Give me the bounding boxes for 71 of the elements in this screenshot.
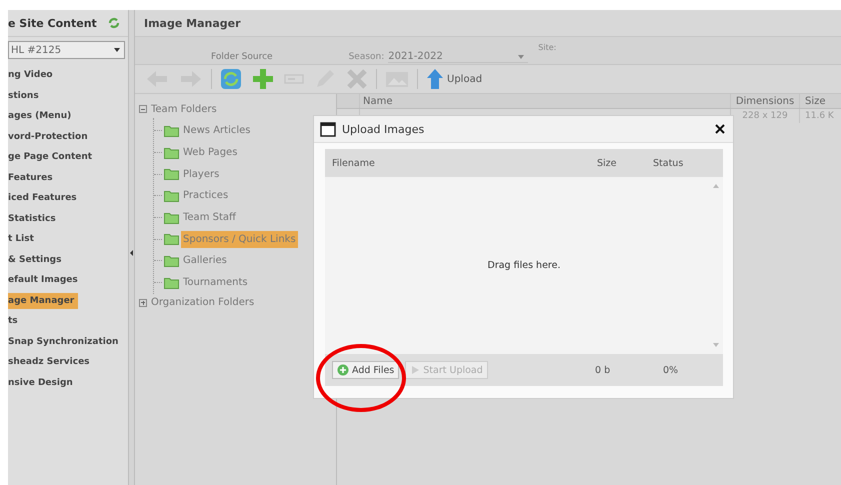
scroll-down-icon[interactable] xyxy=(713,343,719,347)
sidebar-item[interactable]: Snap Synchronization xyxy=(8,334,122,350)
column-header[interactable]: Dimensions xyxy=(730,94,799,108)
refresh-icon[interactable] xyxy=(108,17,120,29)
tree-item[interactable]: News Articles xyxy=(181,122,252,140)
refresh-button[interactable] xyxy=(218,68,244,90)
tree-item[interactable]: Organization Folders xyxy=(151,297,254,308)
sidebar-item[interactable]: vord-Protection xyxy=(8,128,92,145)
folder-icon xyxy=(164,212,179,224)
site-label: Site: xyxy=(538,43,556,52)
refresh-icon xyxy=(220,68,242,90)
tree-item[interactable]: Web Pages xyxy=(181,144,240,162)
sidebar-item[interactable]: age Manager xyxy=(8,292,78,309)
folder-icon xyxy=(164,233,179,246)
tree-item[interactable]: Galleries xyxy=(181,252,229,270)
total-size: 0 b xyxy=(595,364,612,376)
season-dropdown[interactable]: 2021-2022 xyxy=(388,51,528,63)
column-header: Size xyxy=(597,158,618,168)
expand-icon[interactable] xyxy=(139,298,147,306)
sidebar-item[interactable]: ng Video xyxy=(8,67,57,84)
table-cell: 11.6 K xyxy=(799,109,841,123)
sidebar-item[interactable]: ge Page Content xyxy=(8,149,96,166)
drop-hint: Drag files here. xyxy=(488,260,560,271)
plus-icon xyxy=(252,68,274,90)
sidebar-item[interactable]: t List xyxy=(8,231,38,248)
caret-icon xyxy=(114,48,120,52)
sidebar-item[interactable]: stions xyxy=(8,88,43,104)
sidebar-item[interactable]: nsive Design xyxy=(8,374,77,391)
column-header[interactable]: Name xyxy=(360,94,730,108)
folder-icon xyxy=(164,124,179,137)
sidebar-item[interactable]: efault Images xyxy=(8,272,82,288)
tree-item[interactable]: Practices xyxy=(181,187,230,204)
close-icon[interactable] xyxy=(715,124,725,134)
add-button[interactable] xyxy=(250,68,276,90)
column-header[interactable]: Size xyxy=(799,94,841,108)
sidebar-item[interactable]: Statistics xyxy=(8,210,60,227)
folder-icon xyxy=(164,276,179,289)
arrow-up-icon xyxy=(426,68,444,90)
column-header: Status xyxy=(653,158,684,168)
column-header: Filename xyxy=(331,158,376,168)
folder-source-label: Folder Source xyxy=(211,52,273,62)
season-label: Season: xyxy=(348,52,384,62)
folder-icon xyxy=(164,146,179,159)
page-title: Image Manager xyxy=(144,16,241,30)
window-icon xyxy=(320,122,336,136)
sidebar-title: e Site Content xyxy=(8,16,97,30)
sidebar-item[interactable]: sheadz Services xyxy=(8,354,94,370)
sidebar-item[interactable]: Features xyxy=(8,170,57,186)
add-files-button[interactable]: Add Files xyxy=(332,361,400,379)
sidebar-item[interactable]: ts xyxy=(8,313,22,330)
folder-icon xyxy=(164,168,179,180)
tree-item[interactable]: Team Staff xyxy=(181,209,238,226)
upload-percentage: 0% xyxy=(663,364,680,376)
drop-zone[interactable]: Drag files here. xyxy=(325,177,723,354)
folder-icon xyxy=(164,190,179,202)
team-dropdown[interactable]: HL #2125 xyxy=(8,41,125,59)
tree-item[interactable]: Team Folders xyxy=(151,104,217,114)
dialog-title: Upload Images xyxy=(342,122,426,136)
caret-icon xyxy=(518,54,524,58)
folder-icon xyxy=(164,254,179,267)
sidebar-item[interactable]: iced Features xyxy=(8,190,81,206)
sidebar-item[interactable]: ages (Menu) xyxy=(8,108,76,124)
plus-circle-icon xyxy=(337,364,349,376)
tree-item[interactable]: Players xyxy=(181,166,222,183)
tree-item[interactable]: Tournaments xyxy=(181,274,250,292)
sidebar-item[interactable]: & Settings xyxy=(8,252,66,268)
x-icon xyxy=(346,68,368,90)
upload-button[interactable]: Upload xyxy=(424,68,484,90)
scroll-up-icon[interactable] xyxy=(713,184,719,188)
collapse-icon[interactable] xyxy=(139,105,147,113)
play-icon xyxy=(410,365,420,375)
